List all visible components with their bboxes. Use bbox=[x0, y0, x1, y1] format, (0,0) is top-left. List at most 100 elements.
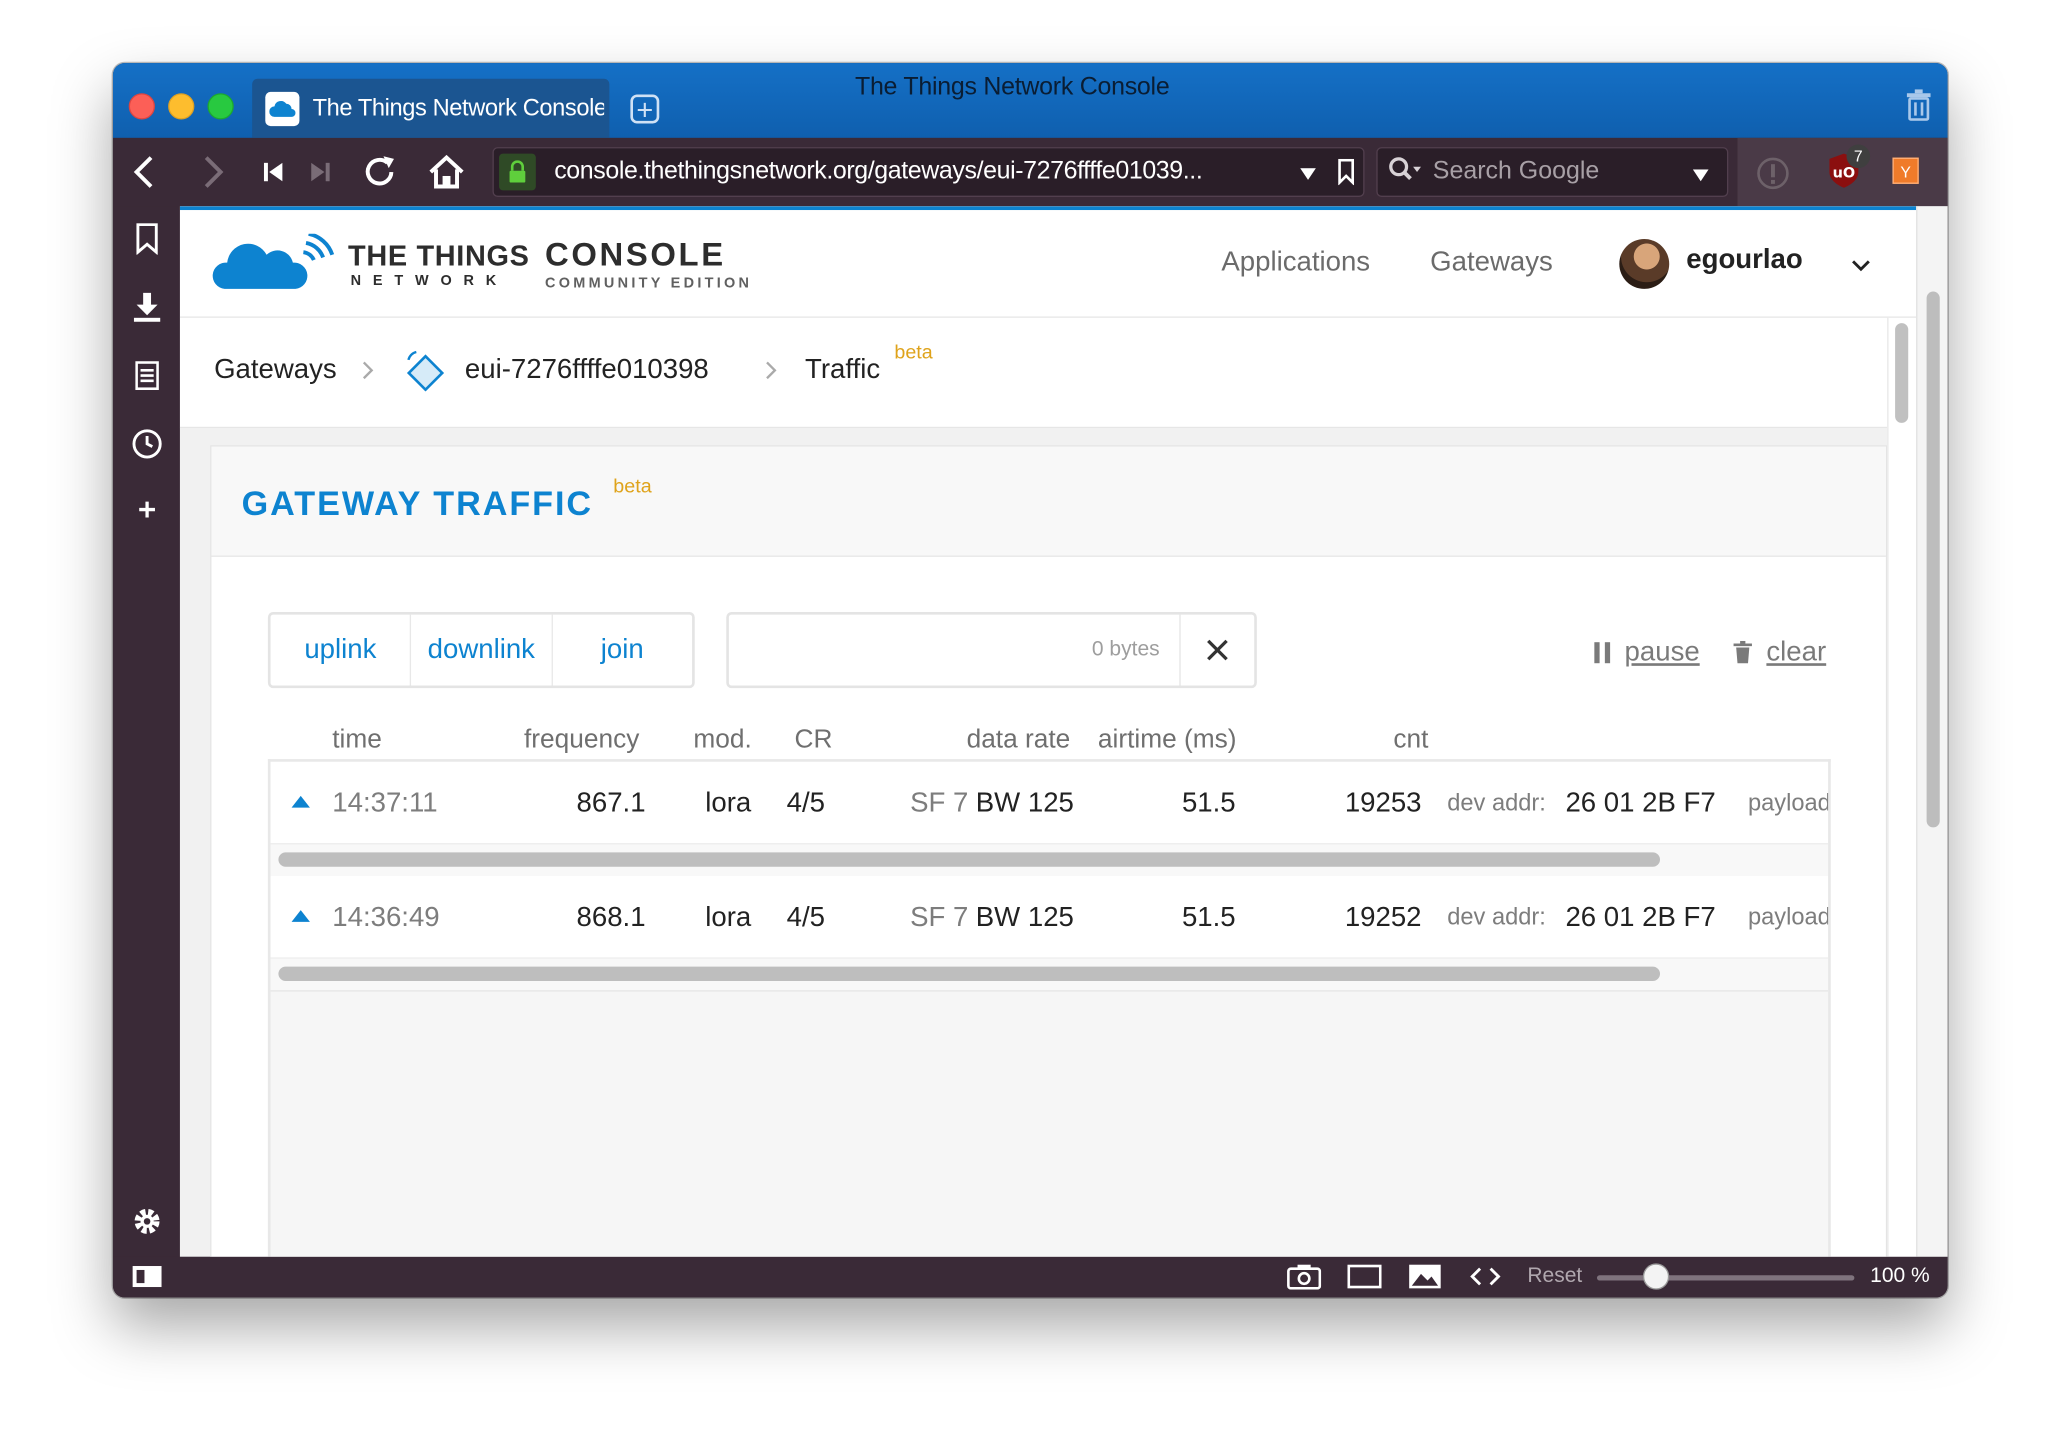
zoom-slider-handle[interactable] bbox=[1643, 1263, 1670, 1290]
search-placeholder: Search Google bbox=[1432, 157, 1600, 186]
avatar[interactable] bbox=[1619, 239, 1670, 289]
new-tab-icon[interactable]: + bbox=[630, 94, 660, 124]
downloads-icon[interactable] bbox=[130, 290, 164, 324]
page-scrollbar-thumb[interactable] bbox=[1895, 323, 1909, 423]
search-bar[interactable]: Search Google bbox=[1376, 147, 1729, 197]
tiling-icon[interactable] bbox=[1347, 1263, 1382, 1289]
card-header: GATEWAY TRAFFIC beta bbox=[211, 446, 1886, 557]
reload-icon[interactable] bbox=[356, 148, 403, 195]
breadcrumb-gateway-id[interactable]: eui-7276ffffe010398 bbox=[465, 355, 709, 387]
brand-name: THE THINGS bbox=[348, 239, 530, 272]
breadcrumb-traffic: Traffic bbox=[805, 354, 881, 385]
ttn-logo-icon[interactable] bbox=[211, 231, 335, 301]
row-dev-addr-label: dev addr: bbox=[1447, 789, 1546, 816]
trash-icon bbox=[1733, 640, 1752, 664]
bookmarks-icon[interactable] bbox=[130, 222, 164, 256]
filter-downlink-button[interactable]: downlink bbox=[411, 614, 553, 686]
bytes-filter-input[interactable] bbox=[728, 614, 1181, 686]
url-dropdown-icon[interactable] bbox=[1300, 164, 1316, 188]
pause-button[interactable]: pause bbox=[1593, 637, 1700, 669]
chevron-right-icon bbox=[764, 360, 777, 388]
row-cnt: 19252 bbox=[1344, 902, 1422, 933]
chevron-down-icon[interactable] bbox=[1850, 255, 1871, 279]
clear-label: clear bbox=[1766, 636, 1827, 668]
browser-sidebar bbox=[112, 206, 180, 1257]
ublock-icon[interactable]: uO 7 bbox=[1824, 144, 1871, 197]
zoom-level: 100 % bbox=[1870, 1264, 1930, 1288]
tab-title: The Things Network Console bbox=[312, 94, 605, 121]
add-panel-icon[interactable] bbox=[130, 492, 164, 526]
url-text[interactable]: console.thethingsnetwork.org/gateways/eu… bbox=[554, 158, 1203, 187]
address-bar[interactable]: console.thethingsnetwork.org/gateways/eu… bbox=[492, 147, 1365, 197]
minimize-window-button[interactable] bbox=[168, 93, 195, 120]
username[interactable]: egourlao bbox=[1686, 244, 1802, 276]
rewind-icon[interactable] bbox=[250, 148, 297, 195]
breadcrumb-gateways[interactable]: Gateways bbox=[214, 355, 337, 387]
row-cnt: 19253 bbox=[1344, 787, 1422, 819]
settings-gear-icon[interactable] bbox=[130, 1204, 164, 1238]
camera-icon[interactable] bbox=[1287, 1263, 1322, 1290]
site-header: THE THINGS NETWORK CONSOLE COMMUNITY EDI… bbox=[179, 210, 1917, 318]
row-scrollbar-thumb[interactable] bbox=[278, 966, 1661, 982]
title-bar: The Things Network Console + The Things … bbox=[112, 63, 1948, 138]
back-icon[interactable] bbox=[121, 148, 168, 195]
panel-toggle-icon[interactable] bbox=[131, 1263, 163, 1289]
window-scrollbar-thumb[interactable] bbox=[1926, 291, 1940, 828]
beta-badge: beta bbox=[894, 341, 933, 364]
notes-icon[interactable] bbox=[130, 359, 164, 393]
row-mod: lora bbox=[705, 787, 752, 819]
lock-icon[interactable] bbox=[499, 153, 536, 191]
table-row[interactable]: 14:36:49 868.1 lora 4/5 SF 7 BW 125 51.5… bbox=[270, 875, 1829, 959]
row-dev-addr-label: dev addr: bbox=[1447, 903, 1546, 930]
nav-gateways[interactable]: Gateways bbox=[1430, 247, 1553, 279]
table-row[interactable]: 14:37:11 867.1 lora 4/5 SF 7 BW 125 51.5… bbox=[270, 761, 1829, 845]
web-page: THE THINGS NETWORK CONSOLE COMMUNITY EDI… bbox=[179, 206, 1948, 1257]
brand-edition: COMMUNITY EDITION bbox=[545, 275, 753, 292]
row-bw: BW 125 bbox=[975, 902, 1074, 933]
row-cr: 4/5 bbox=[786, 787, 826, 819]
column-frequency: frequency bbox=[524, 724, 640, 754]
clear-button[interactable]: clear bbox=[1732, 637, 1826, 669]
window-scrollbar[interactable] bbox=[1916, 206, 1948, 1257]
row-sf: SF 7 bbox=[910, 902, 969, 933]
column-mod: mod. bbox=[693, 724, 752, 754]
column-data-rate: data rate bbox=[966, 724, 1071, 754]
svg-text:uO: uO bbox=[1833, 165, 1856, 181]
home-icon[interactable] bbox=[423, 148, 470, 195]
row-scrollbar[interactable] bbox=[270, 844, 1829, 878]
traffic-table: 14:37:11 867.1 lora 4/5 SF 7 BW 125 51.5… bbox=[267, 759, 1831, 1257]
trash-icon[interactable] bbox=[1906, 89, 1932, 127]
gateway-icon bbox=[406, 349, 445, 398]
search-dropdown-icon[interactable] bbox=[1692, 165, 1709, 189]
row-frequency: 867.1 bbox=[576, 787, 646, 819]
maximize-window-button[interactable] bbox=[207, 93, 234, 120]
nav-applications[interactable]: Applications bbox=[1221, 247, 1370, 279]
zoom-reset-button[interactable]: Reset bbox=[1527, 1265, 1582, 1289]
navigation-bar: console.thethingsnetwork.org/gateways/eu… bbox=[112, 137, 1948, 207]
info-icon[interactable] bbox=[1756, 156, 1790, 197]
ublock-badge: 7 bbox=[1846, 144, 1871, 169]
row-scrollbar[interactable] bbox=[270, 958, 1829, 992]
zoom-slider[interactable] bbox=[1596, 1275, 1855, 1281]
row-mod: lora bbox=[705, 902, 752, 933]
browser-tab[interactable]: The Things Network Console bbox=[252, 78, 610, 138]
forward-icon[interactable] bbox=[189, 148, 236, 195]
row-scrollbar-thumb[interactable] bbox=[278, 852, 1661, 867]
clear-filter-button[interactable] bbox=[1179, 614, 1254, 686]
page-scrollbar[interactable] bbox=[1887, 317, 1917, 1257]
filter-join-button[interactable]: join bbox=[552, 615, 692, 686]
images-icon[interactable] bbox=[1408, 1263, 1442, 1289]
extensions-area: uO 7 Y bbox=[1737, 137, 1948, 207]
filter-uplink-button[interactable]: uplink bbox=[271, 614, 412, 686]
page-actions-icon[interactable] bbox=[1468, 1263, 1502, 1289]
window-title: The Things Network Console bbox=[854, 73, 1170, 102]
status-bar: Reset 100 % bbox=[112, 1256, 1948, 1298]
close-window-button[interactable] bbox=[128, 93, 155, 120]
yc-extension-icon[interactable]: Y bbox=[1892, 157, 1919, 184]
history-icon[interactable] bbox=[130, 427, 164, 461]
column-cnt: cnt bbox=[1393, 724, 1429, 754]
bookmark-icon[interactable] bbox=[1337, 158, 1355, 192]
fast-forward-icon[interactable] bbox=[297, 148, 344, 195]
beta-badge: beta bbox=[613, 475, 652, 498]
row-bw: BW 125 bbox=[975, 787, 1074, 819]
